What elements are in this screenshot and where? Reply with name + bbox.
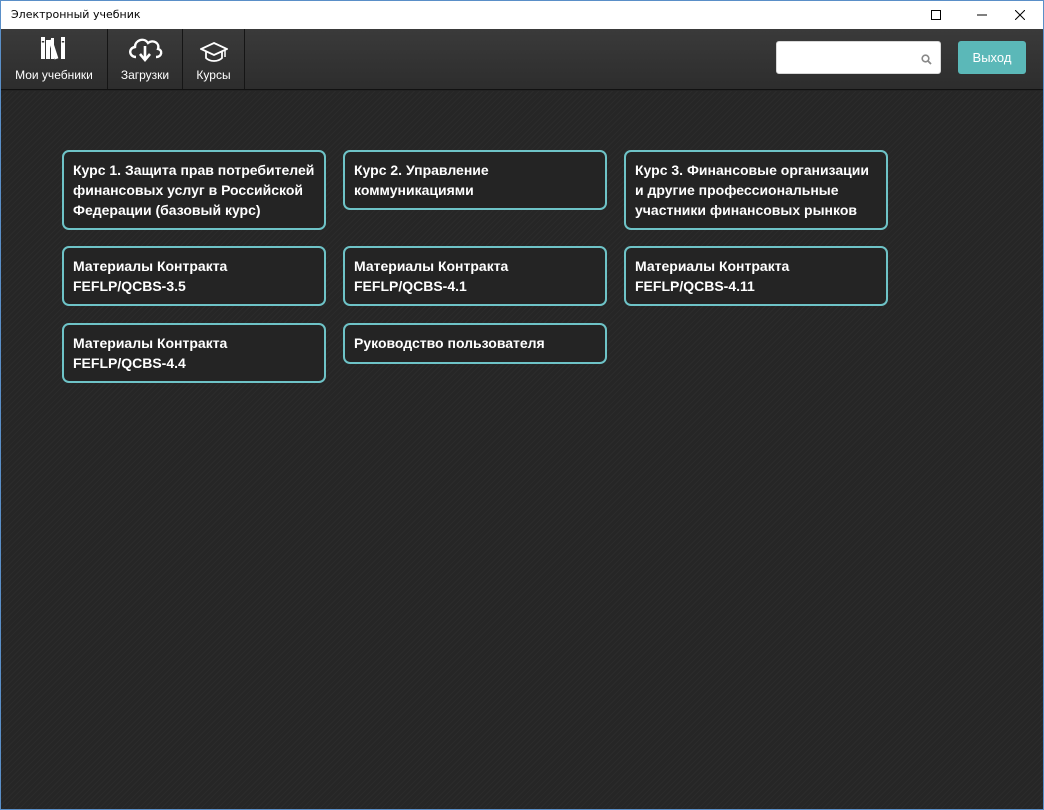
search-box bbox=[776, 41, 941, 74]
course-card[interactable]: Курс 3. Финансовые организации и другие … bbox=[624, 150, 888, 230]
course-card[interactable]: Курс 1. Защита прав потребителей финансо… bbox=[62, 150, 326, 230]
course-card[interactable]: Материалы Контракта FEFLP/QCBS-4.11 bbox=[624, 246, 888, 306]
title-bar: Электронный учебник bbox=[1, 1, 1043, 29]
window-title: Электронный учебник bbox=[11, 8, 141, 21]
maximize-icon bbox=[931, 10, 941, 20]
search-input[interactable] bbox=[777, 42, 917, 73]
books-icon bbox=[39, 35, 69, 64]
nav-label: Мои учебники bbox=[15, 68, 93, 82]
course-card[interactable]: Материалы Контракта FEFLP/QCBS-3.5 bbox=[62, 246, 326, 306]
exit-button[interactable]: Выход bbox=[958, 41, 1026, 74]
search-icon[interactable] bbox=[921, 52, 932, 70]
course-card[interactable]: Руководство пользователя bbox=[343, 323, 607, 364]
close-icon bbox=[1015, 10, 1025, 20]
nav-label: Курсы bbox=[196, 68, 231, 82]
nav-label: Загрузки bbox=[120, 68, 170, 82]
close-button[interactable] bbox=[997, 1, 1043, 29]
app-window: Электронный учебник Мои учебники Загрузк… bbox=[0, 0, 1044, 810]
courses-grid: Курс 1. Защита прав потребителей финансо… bbox=[1, 91, 1043, 809]
nav-my-textbooks[interactable]: Мои учебники bbox=[1, 29, 108, 89]
graduation-cap-icon bbox=[198, 41, 229, 66]
toolbar: Мои учебники Загрузки Курсы Выход bbox=[1, 29, 1043, 90]
minimize-icon bbox=[977, 14, 987, 16]
course-card[interactable]: Материалы Контракта FEFLP/QCBS-4.4 bbox=[62, 323, 326, 383]
nav-downloads[interactable]: Загрузки bbox=[108, 29, 183, 89]
nav-courses[interactable]: Курсы bbox=[183, 29, 245, 89]
maximize-button[interactable] bbox=[913, 1, 959, 29]
course-card[interactable]: Материалы Контракта FEFLP/QCBS-4.1 bbox=[343, 246, 607, 306]
course-card[interactable]: Курс 2. Управление коммуникациями bbox=[343, 150, 607, 210]
cloud-download-icon bbox=[126, 35, 164, 66]
